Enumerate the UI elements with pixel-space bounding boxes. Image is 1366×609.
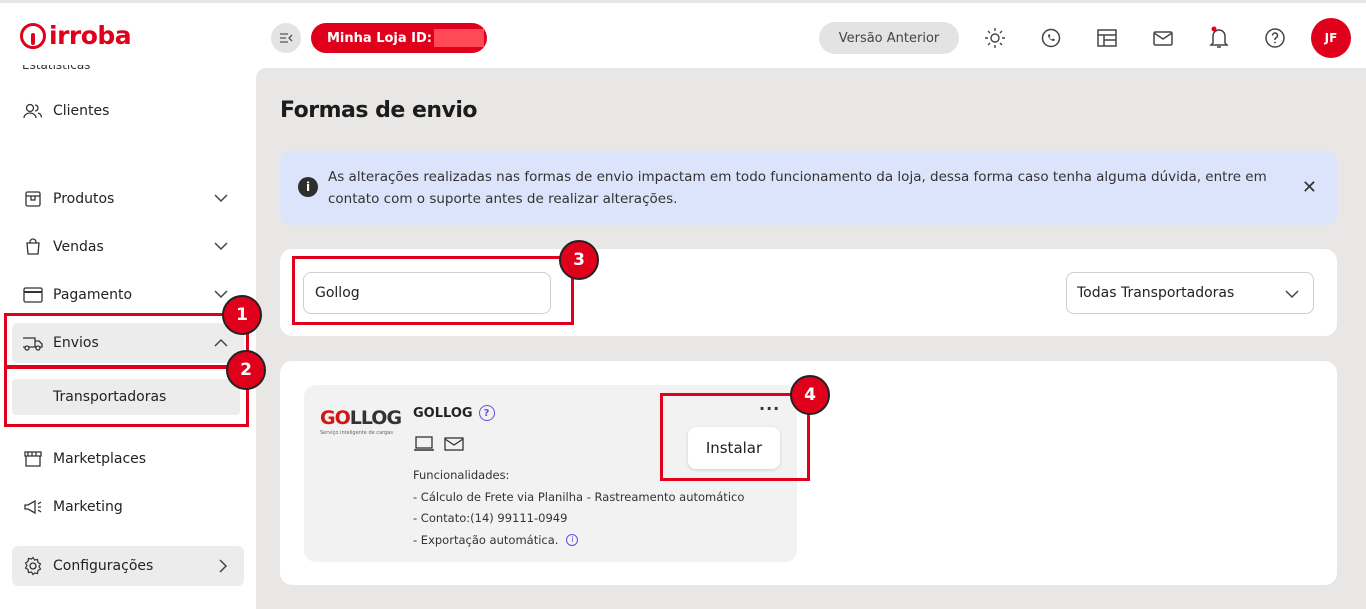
card-icon	[22, 284, 44, 306]
annotation-box-2	[4, 366, 249, 427]
sidebar-item-configuracoes[interactable]: Configurações	[12, 546, 244, 586]
sidebar-item-produtos[interactable]: Produtos	[12, 179, 244, 219]
users-icon	[22, 100, 44, 122]
bag-icon	[22, 236, 44, 258]
gear-icon	[22, 555, 44, 577]
sidebar-item-label: Pagamento	[53, 287, 133, 303]
megaphone-icon	[22, 496, 44, 518]
laptop-icon	[414, 436, 434, 451]
chevron-down-icon	[214, 191, 228, 207]
sidebar-item-clientes[interactable]: Clientes	[12, 91, 244, 131]
annotation-badge-1: 1	[222, 295, 262, 335]
annotation-badge-2: 2	[226, 350, 266, 390]
info-icon: i	[298, 177, 318, 197]
annotation-box-3	[292, 256, 574, 325]
logo-tagline: Serviço inteligente de cargas	[320, 430, 393, 436]
feature-item-export: - Exportação automática. i	[413, 530, 744, 552]
logo-mark-icon	[20, 22, 46, 49]
annotation-box-4	[660, 393, 810, 481]
info-icon[interactable]: i	[566, 534, 579, 546]
annotation-badge-3: 3	[559, 240, 599, 280]
carrier-name: GOLLOG ?	[413, 405, 495, 421]
sidebar-item-label: Configurações	[53, 558, 154, 574]
menu-collapse-icon	[280, 33, 293, 43]
sidebar-item-marketplaces[interactable]: Marketplaces	[12, 439, 244, 479]
store-icon	[22, 448, 44, 470]
sidebar-item-label: Vendas	[53, 239, 104, 255]
annotation-box-1	[4, 313, 249, 368]
chevron-down-icon	[1285, 287, 1299, 303]
sidebar-item-label: Estatísticas	[22, 65, 90, 71]
collapse-sidebar-button[interactable]	[271, 23, 301, 53]
carrier-channel-icons	[413, 435, 465, 453]
chevron-right-icon	[219, 559, 228, 577]
sun-icon[interactable]	[982, 25, 1008, 51]
sidebar-item-estatisticas-cut[interactable]: Estatísticas	[22, 60, 90, 74]
logo-text: irroba	[49, 21, 132, 50]
whatsapp-icon[interactable]	[1038, 25, 1064, 51]
box-icon	[22, 188, 44, 210]
store-id-redacted	[434, 29, 484, 47]
alert-text: As alterações realizadas nas formas de e…	[328, 169, 1267, 207]
sidebar-item-vendas[interactable]: Vendas	[12, 227, 244, 267]
envelope-icon	[444, 437, 464, 451]
sidebar-item-pagamento[interactable]: Pagamento	[12, 275, 244, 315]
sidebar-item-marketing[interactable]: Marketing	[12, 487, 244, 527]
irroba-logo[interactable]: irroba	[20, 21, 132, 50]
chevron-down-icon	[214, 287, 228, 303]
sidebar-item-label: Marketplaces	[53, 451, 147, 467]
carrier-name-text: GOLLOG	[413, 405, 473, 421]
bell-icon[interactable]	[1206, 25, 1232, 51]
main-content: Formas de envio i As alterações realizad…	[256, 68, 1366, 609]
page-title: Formas de envio	[280, 98, 478, 123]
gollog-logo: GOLLOG Serviço inteligente de cargas	[320, 407, 402, 436]
close-icon[interactable]: ✕	[1302, 177, 1317, 198]
chevron-down-icon	[214, 239, 228, 255]
mail-icon[interactable]	[1150, 25, 1176, 51]
feature-item: - Contato:(14) 99111-0949	[413, 511, 568, 525]
help-icon[interactable]	[1262, 25, 1288, 51]
calendar-icon[interactable]	[1094, 25, 1120, 51]
feature-item: - Cálculo de Frete via Planilha - Rastre…	[413, 489, 745, 504]
top-bar: irroba Minha Loja ID: Versão Anterior JF	[0, 0, 1366, 68]
store-label: Minha Loja ID:	[327, 30, 432, 46]
select-value: Todas Transportadoras	[1077, 285, 1235, 301]
sidebar-item-label: Marketing	[53, 499, 123, 515]
sidebar-item-label: Clientes	[53, 103, 110, 119]
carrier-filter-select[interactable]: Todas Transportadoras	[1066, 272, 1314, 314]
user-avatar[interactable]: JF	[1311, 18, 1351, 58]
store-id-pill[interactable]: Minha Loja ID:	[311, 23, 487, 53]
annotation-badge-4: 4	[790, 375, 830, 415]
info-alert: i As alterações realizadas nas formas de…	[280, 151, 1337, 225]
previous-version-button[interactable]: Versão Anterior	[819, 22, 959, 54]
sidebar-item-label: Produtos	[53, 191, 115, 207]
question-icon[interactable]: ?	[478, 405, 495, 421]
